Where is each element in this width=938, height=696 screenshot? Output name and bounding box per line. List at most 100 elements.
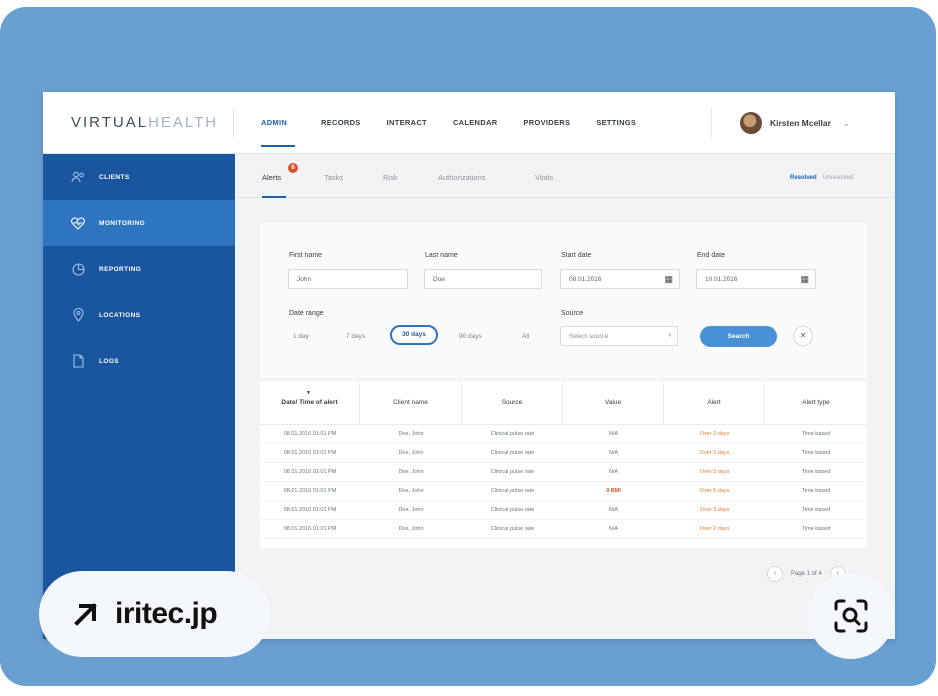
tab-risk[interactable]: Risk (383, 173, 398, 182)
table-row[interactable]: 08.01.2016 01:01 PM Doe, John Clinical pul… (260, 501, 867, 520)
table-cell: 08.01.2016 01:01 PM (283, 431, 337, 437)
table-cell: Over 2 days (699, 431, 730, 437)
table-cell: 08.01.2016 01:01 PM (283, 526, 337, 532)
people-icon (71, 170, 85, 184)
table-cell: Clinical pulse rate (490, 526, 535, 532)
clear-button[interactable]: ✕ (793, 326, 813, 346)
nav-settings[interactable]: SETTINGS (596, 118, 636, 147)
active-tab-indicator (262, 196, 286, 198)
table-row[interactable]: 08.01.2016 01:01 PM Doe, John Clinical pul… (260, 463, 867, 482)
table-cell: Over 2 days (699, 450, 730, 456)
filter-unresolved[interactable]: Unresolved (823, 175, 853, 181)
heart-pulse-icon (71, 216, 85, 230)
page-indicator: Page 1 of 4 (791, 571, 822, 577)
nav-providers[interactable]: PROVIDERS (523, 118, 570, 147)
sidebar-item-label: LOCATIONS (99, 311, 141, 319)
top-bar: VIRTUALHEALTH ADMIN RECORDS INTERACT CAL… (43, 92, 895, 154)
prev-page-button[interactable]: ‹ (767, 566, 783, 582)
map-pin-icon (71, 308, 85, 322)
table-cell: Doe, John (398, 431, 424, 437)
table-cell: N/A (608, 431, 619, 437)
table-cell: Doe, John (398, 450, 424, 456)
end-date-field[interactable]: 10.01.2016 ▦ (696, 269, 816, 289)
logo: VIRTUALHEALTH (71, 114, 218, 131)
source-placeholder: Select source (569, 333, 609, 340)
table-cell: Doe, John (398, 469, 424, 475)
col-alert-type[interactable]: Alert type (765, 381, 867, 425)
table-cell: Over 2 days (699, 526, 730, 532)
search-button[interactable]: Search (700, 326, 777, 347)
table-cell: Time based (801, 450, 831, 456)
table-header: ▼ Date/ Time of alert Client name Source… (260, 381, 867, 425)
first-name-field[interactable]: John (288, 269, 408, 289)
source-select[interactable]: Select source › (560, 326, 678, 346)
sidebar-item-monitoring[interactable]: MONITORING (43, 200, 235, 246)
visual-search-button[interactable] (808, 573, 894, 659)
last-name-label: Last name (425, 252, 458, 259)
user-name: Kirsten Mcellar (770, 118, 831, 128)
pie-chart-icon (71, 262, 85, 276)
first-name-label: First name (289, 252, 323, 259)
notification-badge: 6 (288, 163, 298, 173)
col-source[interactable]: Source (462, 381, 563, 425)
tab-alerts[interactable]: Alerts (262, 173, 281, 182)
last-name-field[interactable]: Doe (424, 269, 542, 289)
start-date-field[interactable]: 08.01.2016 ▦ (560, 269, 680, 289)
table-row[interactable]: 08.01.2016 01:01 PM Doe, John Clinical pul… (260, 425, 867, 444)
filter-resolved[interactable]: Resolved (790, 175, 817, 181)
sidebar-item-label: REPORTING (99, 265, 142, 273)
nav-calendar[interactable]: CALENDAR (453, 118, 497, 147)
calendar-icon[interactable]: ▦ (800, 274, 809, 285)
range-90-days[interactable]: 90 days (459, 333, 482, 340)
tab-tasks[interactable]: Tasks (324, 173, 343, 182)
table-cell: Clinical pulse rate (490, 507, 535, 513)
table-cell: Time based (801, 507, 831, 513)
table-cell: Doe, John (398, 507, 424, 513)
table-cell: 08.01.2016 01:01 PM (283, 488, 337, 494)
tab-authorizations[interactable]: Authorizations (438, 173, 486, 182)
nav-interact[interactable]: INTERACT (387, 118, 427, 147)
top-nav: ADMIN RECORDS INTERACT CALENDAR PROVIDER… (261, 118, 662, 147)
table-row[interactable]: 08.01.2016 01:01 PM Doe, John Clinical pul… (260, 444, 867, 463)
logo-light: HEALTH (148, 114, 219, 131)
table-cell: Over 3 days (699, 507, 730, 513)
tabs-bar: Alerts 6 Tasks Risk Authorizations Vital… (235, 154, 895, 198)
image-card: VIRTUALHEALTH ADMIN RECORDS INTERACT CAL… (0, 7, 936, 686)
sidebar-item-locations[interactable]: LOCATIONS (43, 292, 235, 338)
range-7-days[interactable]: 7 days (346, 333, 365, 340)
nav-admin[interactable]: ADMIN (261, 118, 295, 147)
sidebar-item-label: CLIENTS (99, 173, 130, 181)
table-cell: 08.01.2016 01:01 PM (283, 507, 337, 513)
sidebar-item-reporting[interactable]: REPORTING (43, 246, 235, 292)
table-cell: Time based (801, 488, 831, 494)
table-cell: N/A (608, 450, 619, 456)
table-cell: 9 BMI (606, 488, 621, 494)
col-date-time[interactable]: Date/ Time of alert (260, 381, 360, 425)
range-1-day[interactable]: 1 day (293, 333, 309, 340)
end-date-label: End date (697, 252, 726, 259)
col-client-name[interactable]: Client name (360, 381, 462, 425)
visual-search-icon (834, 599, 868, 633)
range-all[interactable]: All (522, 333, 529, 340)
table-cell: 08.01.2016 01:01 PM (283, 450, 337, 456)
end-date-value: 10.01.2016 (705, 276, 738, 283)
col-alert[interactable]: Alert (664, 381, 765, 425)
table-row[interactable]: 08.01.2016 01:01 PM Doe, John Clinical pul… (260, 520, 867, 539)
nav-records[interactable]: RECORDS (321, 118, 361, 147)
table-row[interactable]: 08.01.2016 01:01 PM Doe, John Clinical pul… (260, 482, 867, 501)
sidebar-item-logs[interactable]: LOGS (43, 338, 235, 384)
source-link-chip[interactable]: iritec.jp (39, 571, 270, 657)
table-cell: Doe, John (398, 488, 424, 494)
document-icon (71, 354, 85, 368)
col-value[interactable]: Value (563, 381, 664, 425)
table-cell: 08.01.2016 01:01 PM (283, 469, 337, 475)
chevron-down-icon: ⌄ (842, 118, 850, 128)
table-cell: Time based (801, 431, 831, 437)
table-cell: N/A (608, 526, 619, 532)
range-30-days[interactable]: 30 days (390, 325, 438, 345)
table-cell: N/A (608, 507, 619, 513)
calendar-icon[interactable]: ▦ (664, 274, 673, 285)
user-menu[interactable]: Kirsten Mcellar ⌄ (740, 112, 850, 134)
tab-vitals[interactable]: Vitals (535, 173, 553, 182)
sidebar-item-clients[interactable]: CLIENTS (43, 154, 235, 200)
